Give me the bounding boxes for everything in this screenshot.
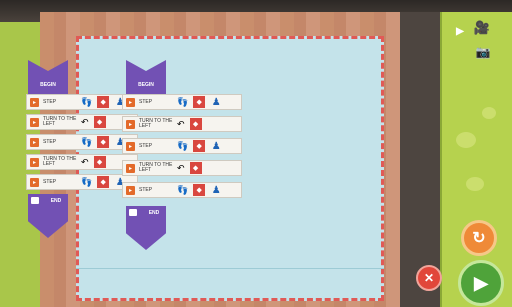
instruction-card[interactable]: ▸ STEP 👣 ◆ ♟: [122, 182, 242, 198]
instruction-card[interactable]: ▸ STEP 👣 ◆ ♟: [122, 138, 242, 154]
turn-left-arrow-icon: ↶: [177, 162, 185, 173]
card-label: STEP: [139, 98, 153, 105]
card-marker-icon: ◆: [193, 96, 206, 108]
run-program-button[interactable]: ▶: [458, 260, 504, 306]
footprints-icon: 👣: [177, 140, 189, 151]
footprints-icon: 👣: [81, 136, 93, 147]
card-label: TURN TO THE LEFT: [139, 162, 173, 173]
undo-button[interactable]: ↻: [461, 220, 497, 256]
panel-spot: [456, 132, 476, 148]
undo-icon: ↻: [472, 230, 486, 247]
character-icon: ♟: [211, 140, 221, 152]
movie-camera-icon[interactable]: 🎥: [472, 20, 492, 36]
footprints-icon: 👣: [81, 96, 93, 107]
end-label: END: [148, 210, 160, 216]
card-type-icon: ▸: [30, 97, 39, 107]
card-label: STEP: [139, 142, 153, 149]
turn-left-arrow-icon: ↶: [81, 116, 89, 127]
card-marker-icon: ◆: [97, 136, 110, 148]
card-type-icon: ▸: [126, 97, 135, 107]
card-label: TURN TO THE LEFT: [43, 156, 77, 167]
footprints-icon: 👣: [81, 176, 93, 187]
end-block[interactable]: END: [126, 206, 166, 250]
card-marker-icon: ◆: [93, 156, 106, 168]
character-icon: ♟: [211, 96, 221, 108]
card-marker-icon: ◆: [97, 176, 110, 188]
program-right: BEGIN ▸ STEP 👣 ◆ ♟ ▸ TURN TO THE LEFT ↶ ◆ ▸ STEP 👣 ◆…: [122, 60, 362, 250]
instruction-card[interactable]: ▸ TURN TO THE LEFT ↶ ◆: [122, 160, 242, 176]
card-marker-icon: ◆: [97, 96, 110, 108]
card-marker-icon: ◆: [93, 116, 106, 128]
card-marker-icon: ◆: [189, 118, 202, 130]
card-label: TURN TO THE LEFT: [139, 118, 173, 129]
turn-left-arrow-icon: ↶: [81, 156, 89, 167]
turn-left-arrow-icon: ↶: [177, 118, 185, 129]
card-marker-icon: ◆: [193, 140, 206, 152]
card-type-icon: ▸: [30, 177, 39, 187]
begin-label: BEGIN: [138, 82, 154, 88]
card-type-icon: ▸: [126, 141, 135, 151]
card-label: STEP: [43, 178, 57, 185]
panel-spot: [482, 107, 496, 119]
card-type-icon: ▸: [30, 137, 39, 147]
card-type-icon: ▸: [126, 119, 135, 129]
canvas-divider: [76, 268, 384, 269]
photo-camera-icon[interactable]: 📷: [474, 44, 492, 60]
card-marker-icon: ◆: [189, 162, 202, 174]
end-label: END: [50, 198, 62, 204]
instruction-card[interactable]: ▸ STEP 👣 ◆ ♟: [122, 94, 242, 110]
play-icon[interactable]: ▶: [455, 24, 465, 38]
panel-spot: [466, 177, 484, 191]
card-type-icon: ▸: [30, 157, 39, 167]
close-button[interactable]: ✕: [416, 265, 442, 291]
footprints-icon: 👣: [177, 96, 189, 107]
run-icon: ▶: [474, 272, 488, 293]
end-block[interactable]: END: [28, 194, 68, 238]
card-label: STEP: [139, 186, 153, 193]
card-type-icon: ▸: [126, 185, 135, 195]
instruction-card[interactable]: ▸ TURN TO THE LEFT ↶ ◆: [122, 116, 242, 132]
card-type-icon: ▸: [30, 117, 39, 127]
begin-label: BEGIN: [40, 82, 56, 88]
app-screen: ▶ 🎥 📷 ↻ ✕ ▶ BEGIN ▸ STEP 👣 ◆ ♟ ▸ TURN TO THE L…: [0, 0, 512, 307]
right-shadow: [400, 12, 442, 307]
card-marker-icon: ◆: [193, 184, 206, 196]
card-type-icon: ▸: [126, 163, 135, 173]
footprints-icon: 👣: [177, 184, 189, 195]
character-icon: ♟: [211, 184, 221, 196]
card-label: STEP: [43, 98, 57, 105]
card-label: STEP: [43, 138, 57, 145]
card-label: TURN TO THE LEFT: [43, 116, 77, 127]
close-icon: ✕: [423, 271, 435, 285]
